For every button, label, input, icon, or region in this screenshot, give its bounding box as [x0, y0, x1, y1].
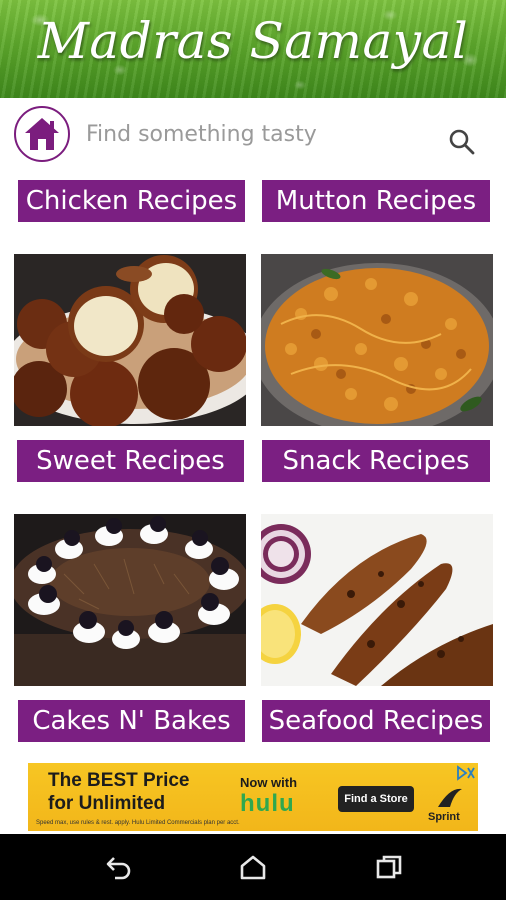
seafood-recipes-button[interactable]: Seafood Recipes — [262, 700, 490, 742]
nav-home-button[interactable] — [236, 852, 270, 882]
ad-brand-logo: hulu — [240, 790, 295, 817]
home-button[interactable] — [14, 106, 70, 162]
chicken-recipes-button[interactable]: Chicken Recipes — [18, 180, 245, 222]
ad-headline-line2: for Unlimited — [48, 793, 166, 814]
search-input[interactable] — [86, 118, 426, 150]
ad-choices-icon[interactable] — [456, 765, 476, 781]
app-banner: Madras Samayal — [0, 0, 506, 98]
mutton-recipes-button[interactable]: Mutton Recipes — [262, 180, 490, 222]
search-icon[interactable] — [448, 128, 476, 156]
snack-recipes-button[interactable]: Snack Recipes — [262, 440, 490, 482]
back-icon — [106, 857, 131, 880]
ad-find-store-button[interactable]: Find a Store — [338, 786, 414, 812]
recents-button[interactable] — [372, 852, 406, 882]
sweet-recipes-button[interactable]: Sweet Recipes — [17, 440, 244, 482]
cakes-n-bakes-button[interactable]: Cakes N' Bakes — [18, 700, 245, 742]
sprint-logo-icon — [438, 788, 462, 807]
ad-headline: The BEST Price for Unlimited — [48, 769, 190, 815]
ad-banner[interactable]: The BEST Price for Unlimited Now with hu… — [28, 763, 478, 831]
system-navigation-bar — [0, 834, 506, 900]
ad-now-with: Now with — [240, 775, 298, 790]
app-title: Madras Samayal — [37, 12, 469, 70]
home-icon — [25, 118, 59, 150]
back-button[interactable] — [102, 852, 136, 882]
cakes-n-bakes-image[interactable] — [14, 514, 246, 686]
ad-sponsor: Sprint — [428, 811, 460, 823]
sweet-recipes-image[interactable] — [14, 254, 246, 426]
ad-fine-print: Speed max, use rules & rest. apply. Hulu… — [36, 820, 240, 826]
snack-recipes-image[interactable] — [261, 254, 493, 426]
seafood-recipes-image[interactable] — [261, 514, 493, 686]
ad-headline-line1: The BEST Price — [48, 770, 190, 791]
nav-home-icon — [240, 855, 266, 880]
search-bar — [0, 98, 506, 168]
recents-icon — [376, 855, 402, 879]
